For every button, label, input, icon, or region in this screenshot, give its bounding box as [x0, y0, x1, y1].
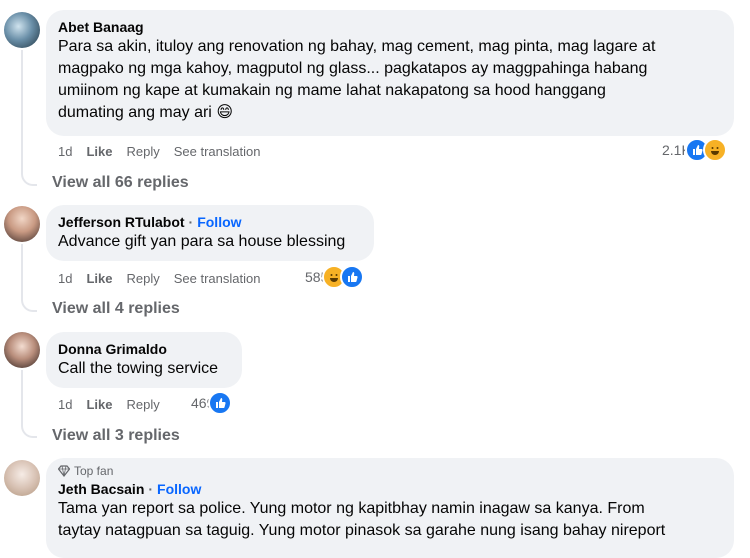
comment-text-line: taytay natagpuan sa taguig. Yung motor p…: [58, 522, 666, 539]
reaction-summary[interactable]: 469: [191, 391, 233, 415]
reply-button[interactable]: Reply: [126, 271, 159, 286]
like-button[interactable]: Like: [86, 397, 112, 412]
comment-bubble: Jefferson RTulabot · Follow Advance gift…: [46, 205, 374, 261]
comment-author[interactable]: Jeth Bacsain: [58, 480, 144, 498]
thread-connector: [21, 166, 37, 186]
comment-text-line: dumating ang may ari 😄: [58, 104, 233, 121]
view-replies-link[interactable]: View all 3 replies: [52, 427, 180, 445]
comment-author-row: Jeth Bacsain · Follow: [58, 480, 722, 498]
comment-author-row: Jefferson RTulabot · Follow: [58, 213, 362, 231]
reaction-summary[interactable]: 2.1K: [662, 138, 727, 162]
comment-bubble: Abet Banaag Para sa akin, ituloy ang ren…: [46, 10, 734, 136]
comment-text-line: Para sa akin, ituloy ang renovation ng b…: [58, 38, 656, 55]
avatar[interactable]: [4, 460, 40, 496]
comment-time[interactable]: 1d: [58, 271, 72, 286]
comment-author[interactable]: Donna Grimaldo: [58, 340, 230, 358]
follow-button[interactable]: Follow: [197, 213, 241, 231]
thread-connector: [21, 292, 37, 312]
reply-button[interactable]: Reply: [126, 397, 159, 412]
comment-actions: 1d Like Reply See translation: [58, 269, 274, 287]
comment-actions: 1d Like Reply: [58, 395, 174, 413]
comment-bubble: Donna Grimaldo Call the towing service: [46, 332, 242, 388]
comment-text-line: magpako ng mga kahoy, magputol ng glass.…: [58, 60, 648, 77]
comment-text-line: umiinom ng kape at kumakain ng mame laha…: [58, 82, 606, 99]
see-translation-link[interactable]: See translation: [174, 271, 261, 286]
comment-time[interactable]: 1d: [58, 397, 72, 412]
comment-text: Call the towing service: [58, 360, 219, 377]
comment-author[interactable]: Abet Banaag: [58, 18, 722, 36]
separator-dot: ·: [148, 481, 154, 497]
avatar[interactable]: [4, 332, 40, 368]
reaction-summary[interactable]: 585: [305, 265, 365, 289]
grin-emoji: 😄: [216, 104, 233, 121]
diamond-icon: [58, 465, 70, 477]
comment-author[interactable]: Jefferson RTulabot: [58, 213, 185, 231]
comment-actions: 1d Like Reply See translation: [58, 142, 274, 160]
comment-text: Advance gift yan para sa house blessing: [58, 233, 346, 250]
like-icon: [340, 265, 365, 289]
view-replies-link[interactable]: View all 4 replies: [52, 300, 180, 318]
top-fan-badge: Top fan: [58, 464, 722, 478]
haha-icon: [702, 138, 727, 162]
top-fan-label: Top fan: [74, 464, 114, 478]
thread-connector: [21, 418, 37, 438]
like-icon: [208, 391, 233, 415]
avatar[interactable]: [4, 206, 40, 242]
like-button[interactable]: Like: [86, 271, 112, 286]
comment-text-line: Tama yan report sa police. Yung motor ng…: [58, 500, 645, 517]
reply-button[interactable]: Reply: [126, 144, 159, 159]
follow-button[interactable]: Follow: [157, 480, 201, 498]
separator-dot: ·: [188, 214, 194, 230]
comment-bubble: Top fan Jeth Bacsain · Follow Tama yan r…: [46, 458, 734, 558]
thread-line: [21, 370, 23, 424]
view-replies-link[interactable]: View all 66 replies: [52, 174, 189, 192]
thread-line: [21, 50, 23, 172]
avatar[interactable]: [4, 12, 40, 48]
comment-time[interactable]: 1d: [58, 144, 72, 159]
like-button[interactable]: Like: [86, 144, 112, 159]
thread-line: [21, 244, 23, 298]
see-translation-link[interactable]: See translation: [174, 144, 261, 159]
